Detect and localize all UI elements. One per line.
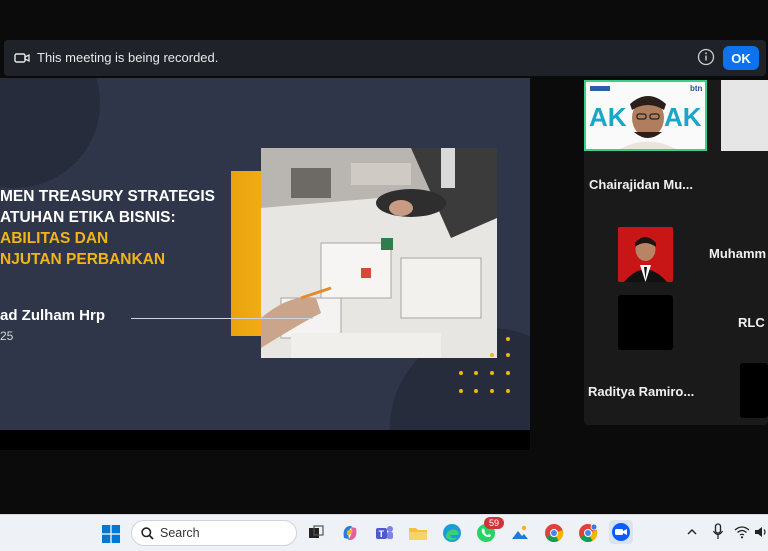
video-camera-icon <box>14 53 30 63</box>
svg-text:AK: AK <box>664 102 702 132</box>
svg-text:btn: btn <box>690 84 703 93</box>
slide-title-line: MEN TREASURY STRATEGIS <box>0 188 216 205</box>
shared-slide: MEN TREASURY STRATEGIS ATUHAN ETIKA BISN… <box>0 78 530 430</box>
chrome-alt-icon[interactable] <box>577 522 599 544</box>
whatsapp-notification-badge: 59 <box>484 517 504 529</box>
svg-text:AK: AK <box>589 102 627 132</box>
participant-video: AK AK btn <box>586 82 705 149</box>
video-tile-raditya[interactable] <box>740 363 768 418</box>
chevron-up-icon[interactable] <box>686 527 698 537</box>
recording-banner: This meeting is being recorded. OK <box>4 40 766 76</box>
ok-button[interactable]: OK <box>723 46 759 70</box>
participant-name: Muhamm <box>709 246 767 261</box>
participant-name: Chairajidan Mu... <box>589 177 694 192</box>
slide-title-line: ABILITAS DAN <box>0 230 109 247</box>
video-tile-muhamm[interactable] <box>618 227 673 282</box>
participant-name: RLC 2 <box>738 315 768 330</box>
chrome-icon[interactable] <box>543 522 565 544</box>
windows-taskbar: Search T 59 <box>0 514 768 551</box>
slide-bottom-bar <box>0 430 530 450</box>
video-tile-partial[interactable] <box>721 80 768 151</box>
photos-icon[interactable] <box>509 522 531 544</box>
zoom-icon[interactable] <box>609 520 633 544</box>
participant-photo <box>618 227 673 282</box>
teams-icon[interactable]: T <box>373 522 395 544</box>
participant-name: Raditya Ramiro... <box>588 384 695 399</box>
edge-icon[interactable] <box>441 522 463 544</box>
slide-dot-grid <box>459 337 510 393</box>
slide-title-line: NJUTAN PERBANKAN <box>0 251 166 268</box>
file-explorer-icon[interactable] <box>407 522 429 544</box>
slide-decor-circle <box>0 78 100 188</box>
slide-photo <box>261 148 497 358</box>
presenter-divider <box>131 318 313 319</box>
wifi-icon[interactable] <box>734 525 750 539</box>
info-icon[interactable] <box>697 48 715 66</box>
presenter-name: ad Zulham Hrp <box>0 307 106 324</box>
slide-title: MEN TREASURY STRATEGIS ATUHAN ETIKA BISN… <box>0 186 240 270</box>
windows-start-icon[interactable] <box>102 525 120 543</box>
svg-text:T: T <box>379 529 385 539</box>
task-view-icon[interactable] <box>305 522 327 544</box>
slide-title-line: ATUHAN ETIKA BISNIS: <box>0 209 176 226</box>
presenter-subtitle: 25 <box>0 329 14 343</box>
recording-message: This meeting is being recorded. <box>37 50 219 65</box>
copilot-icon[interactable] <box>339 522 361 544</box>
microphone-icon[interactable] <box>712 523 724 541</box>
taskbar-search-box[interactable]: Search <box>131 520 297 546</box>
search-placeholder: Search <box>160 526 200 540</box>
speaker-icon[interactable] <box>754 525 768 539</box>
video-tile-chairajidan[interactable]: AK AK btn <box>584 80 707 151</box>
search-icon <box>141 527 154 540</box>
video-tile-rlc[interactable] <box>618 295 673 350</box>
